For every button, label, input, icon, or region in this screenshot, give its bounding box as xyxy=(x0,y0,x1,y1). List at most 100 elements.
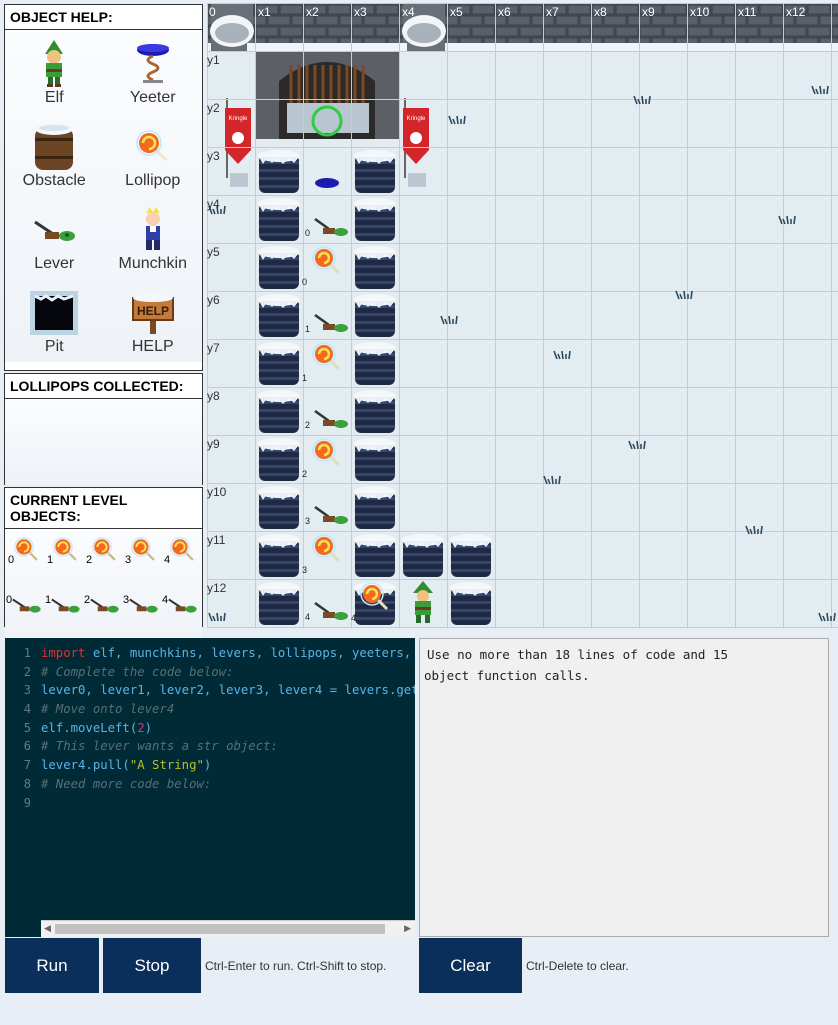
wall-brick xyxy=(375,4,399,15)
lever-icon xyxy=(90,598,119,613)
wall-brick xyxy=(687,26,711,37)
lollipop-label: 0 xyxy=(302,277,307,287)
column-label: x7 xyxy=(546,5,559,19)
obstacle-barrel xyxy=(354,486,396,529)
level-lollipop: 4 xyxy=(164,537,200,567)
column-label: x10 xyxy=(690,5,710,19)
help-lollipop[interactable]: Lollipop xyxy=(104,113,203,196)
level-lollipop: 3 xyxy=(125,537,161,567)
yeeter-icon xyxy=(135,39,171,89)
lollipops-collected-panel: LOLLIPOPS COLLECTED: xyxy=(4,373,203,485)
column-label: x4 xyxy=(402,5,415,19)
current-level-objects-panel: CURRENT LEVEL OBJECTS: 0 1 2 3 4 0 1 2 3 4 xyxy=(4,487,203,643)
code-editor[interactable]: 1 2 3 4 5 6 7 8 9 import elf, munchkins, levers,… xyxy=(5,638,415,937)
line-number: 4 xyxy=(23,702,31,717)
wall-brick xyxy=(327,4,351,15)
wall-brick xyxy=(759,26,783,37)
code-line-5[interactable]: elf.moveLeft(2) xyxy=(41,719,415,738)
code-lines[interactable]: import elf, munchkins, levers, lollipops… xyxy=(41,644,415,812)
wall-brick xyxy=(303,26,327,37)
lollipops-collected-area xyxy=(5,399,202,485)
code-line-7[interactable]: lever4.pull("A String") xyxy=(41,756,415,775)
code-line-6[interactable]: # This lever wants a str object: xyxy=(41,737,415,756)
help-sign-icon: HELP xyxy=(131,288,175,338)
level-lollipop: 2 xyxy=(86,537,122,567)
lollipop-index: 3 xyxy=(125,554,132,566)
scroll-left-icon[interactable]: ◀ xyxy=(44,923,51,934)
code-comment: # Move onto lever4 xyxy=(41,702,175,717)
code-string: "A String" xyxy=(129,758,204,773)
lever-icon xyxy=(168,598,197,613)
help-help[interactable]: HELP HELP xyxy=(104,279,203,362)
lollipops-collected-title: LOLLIPOPS COLLECTED: xyxy=(5,374,202,399)
level-lollipop: 1 xyxy=(47,537,83,567)
row-label: y8 xyxy=(207,389,220,403)
wall-brick xyxy=(711,26,735,37)
wall-brick xyxy=(471,26,495,37)
obstacle-barrel xyxy=(354,342,396,385)
help-lollipop-label: Lollipop xyxy=(125,172,181,189)
obstacle-barrel xyxy=(258,438,300,481)
code-line-2[interactable]: # Complete the code below: xyxy=(41,663,415,682)
obstacle-barrel xyxy=(258,486,300,529)
wall-brick xyxy=(351,26,375,37)
help-yeeter[interactable]: Yeeter xyxy=(104,30,203,113)
row-label: y3 xyxy=(207,149,220,163)
help-obstacle-label: Obstacle xyxy=(22,172,86,189)
obstacle-barrel xyxy=(258,198,300,241)
help-lever[interactable]: Lever xyxy=(5,196,104,279)
wall-brick xyxy=(819,15,838,26)
lever-label: 3 xyxy=(305,516,310,526)
code-line-4[interactable]: # Move onto lever4 xyxy=(41,700,415,719)
scrollbar-thumb[interactable] xyxy=(55,924,385,934)
scroll-right-icon[interactable]: ▶ xyxy=(404,923,411,934)
stop-button[interactable]: Stop xyxy=(103,938,201,993)
banner-emblem xyxy=(232,132,244,144)
obstacle-barrel xyxy=(354,534,396,577)
code-line-3[interactable]: lever0, lever1, lever2, lever3, lever4 =… xyxy=(41,681,415,700)
wall-brick xyxy=(567,26,591,37)
obstacle-barrel xyxy=(354,294,396,337)
help-obstacle[interactable]: Obstacle xyxy=(5,113,104,196)
help-elf[interactable]: Elf xyxy=(5,30,104,113)
output-console: Use no more than 18 lines of code and 15… xyxy=(419,638,829,937)
lollipop-icon xyxy=(53,537,77,561)
help-pit-label: Pit xyxy=(44,338,64,355)
obstacle-barrel xyxy=(354,390,396,433)
code-line-9[interactable] xyxy=(41,794,415,813)
lever-icon xyxy=(51,598,80,613)
wall-brick xyxy=(327,26,351,37)
wall-brick xyxy=(759,4,783,15)
level-lever: 0 xyxy=(6,594,44,618)
wall-brick xyxy=(807,4,831,15)
code-line-8[interactable]: # Need more code below: xyxy=(41,775,415,794)
lollipop-icon xyxy=(170,537,194,561)
code-keyword: import xyxy=(41,646,86,660)
help-pit[interactable]: Pit xyxy=(5,279,104,362)
column-label: 0 xyxy=(209,5,216,19)
obstacle-barrel xyxy=(450,582,492,625)
horizontal-scrollbar[interactable]: ◀ ▶ xyxy=(41,920,415,937)
obstacle-barrel xyxy=(258,246,300,289)
code-text: lever0, lever1, lever2, lever3, lever4 =… xyxy=(41,683,415,698)
help-munchkin[interactable]: Munchkin xyxy=(104,196,203,279)
line-number: 5 xyxy=(23,720,31,735)
obstacle-barrel xyxy=(402,534,444,577)
lollipop-icon xyxy=(136,122,170,172)
help-elf-label: Elf xyxy=(44,89,64,106)
obstacle-barrel xyxy=(450,534,492,577)
banner-base xyxy=(230,173,248,187)
lever-label: 0 xyxy=(305,228,310,238)
run-button[interactable]: Run xyxy=(5,938,99,993)
game-board: Kringle Kringle 0 1 2 3 4 0 1 2 3 4 0 x1 x2 x3 x4 x5 x6 x7 x… xyxy=(207,3,838,628)
code-line-1[interactable]: import elf, munchkins, levers, lollipops… xyxy=(41,644,415,663)
column-label: x5 xyxy=(450,5,463,19)
row-label: y2 xyxy=(207,101,220,115)
row-label: y9 xyxy=(207,437,220,451)
help-yeeter-label: Yeeter xyxy=(129,89,176,106)
column-label: x2 xyxy=(306,5,319,19)
clear-button[interactable]: Clear xyxy=(419,938,522,993)
wall-brick xyxy=(471,4,495,15)
run-hint: Ctrl-Enter to run. Ctrl-Shift to stop. xyxy=(205,959,387,973)
row-label: y4 xyxy=(207,197,220,211)
